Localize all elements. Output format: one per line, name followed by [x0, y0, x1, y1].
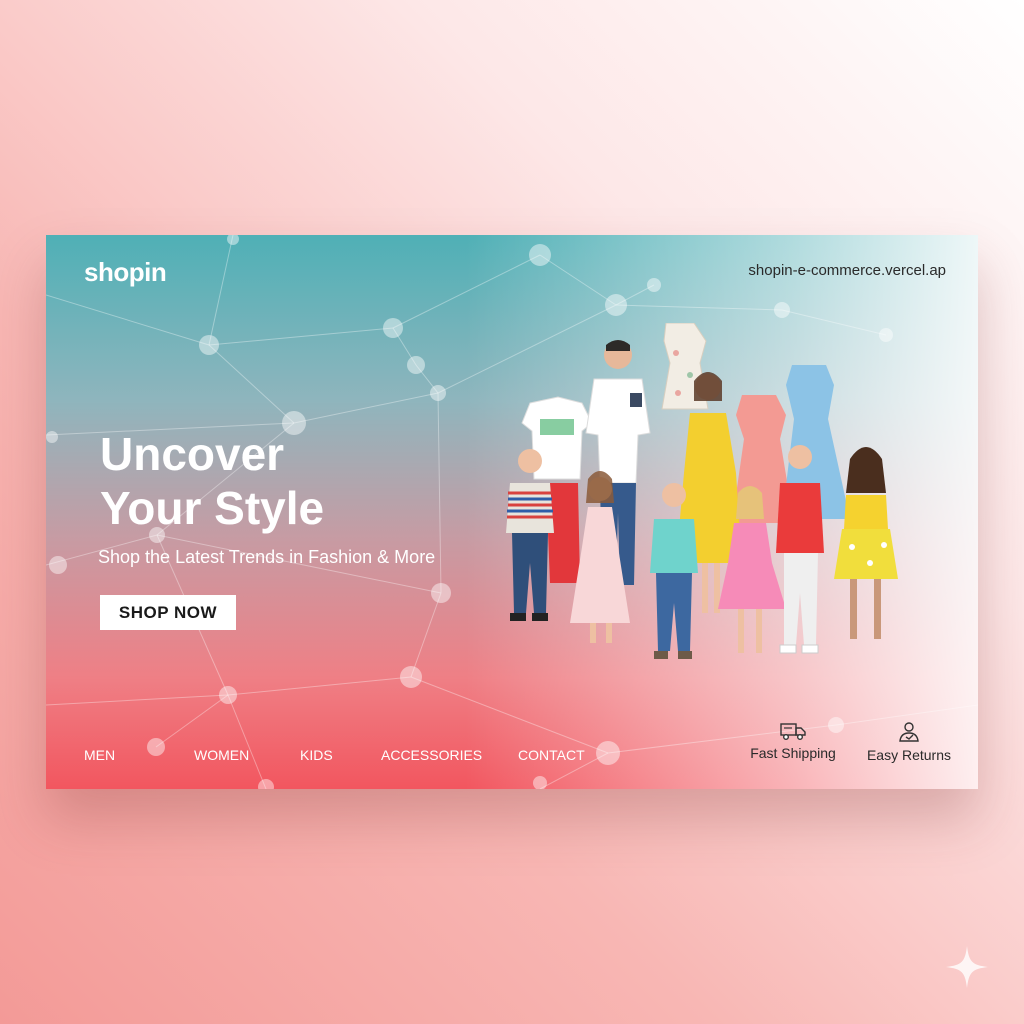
return-person-icon	[899, 722, 919, 742]
nav-item-kids[interactable]: KIDS	[300, 747, 333, 763]
site-url: shopin-e-commerce.vercel.ap	[748, 262, 946, 279]
headline-line-2: Your Style	[100, 482, 325, 534]
hero-headline: Uncover Your Style	[100, 427, 460, 535]
nav-item-men[interactable]: MEN	[84, 747, 115, 763]
hero-subheading: Shop the Latest Trends in Fashion & More	[98, 547, 436, 567]
hero-product-image	[506, 323, 898, 659]
feature-fast-shipping: Fast Shipping	[738, 721, 848, 761]
truck-icon	[780, 723, 806, 740]
feature-label: Fast Shipping	[750, 745, 836, 761]
headline-line-1: Uncover	[100, 428, 285, 480]
nav-item-women[interactable]: WOMEN	[194, 747, 249, 763]
sparkle-icon	[946, 946, 988, 988]
shop-now-button[interactable]: SHOP NOW	[100, 595, 236, 630]
hero-banner: shopin shopin-e-commerce.vercel.ap Uncov…	[46, 235, 978, 789]
brand-logo[interactable]: shopin	[84, 257, 167, 288]
feature-easy-returns: Easy Returns	[854, 721, 964, 763]
feature-label: Easy Returns	[866, 747, 952, 763]
nav-item-accessories[interactable]: ACCESSORIES	[381, 747, 482, 763]
girl-yellow-outfit	[834, 447, 898, 639]
nav-item-contact[interactable]: CONTACT	[518, 747, 585, 763]
